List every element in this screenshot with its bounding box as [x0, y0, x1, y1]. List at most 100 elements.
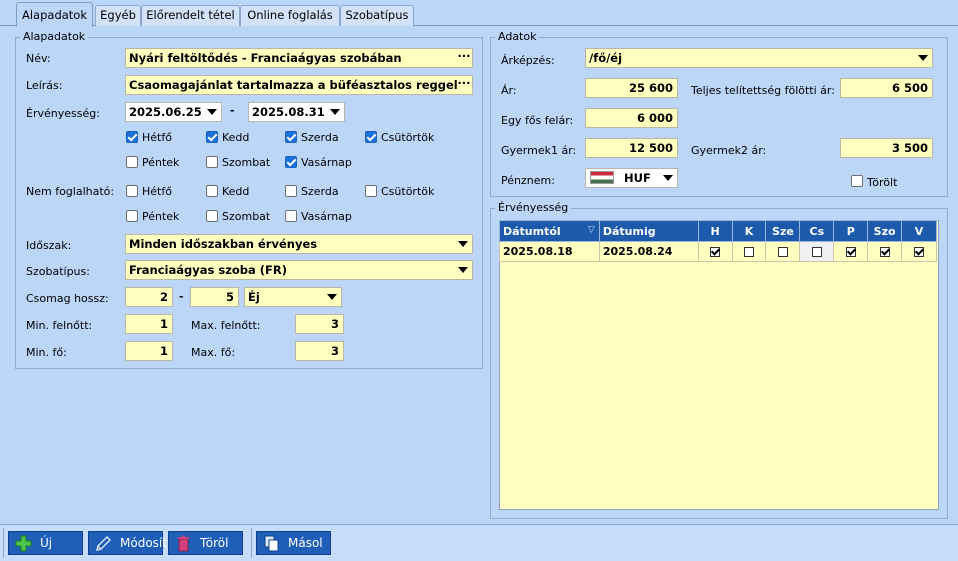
blocked-csutortok-checkbox[interactable] — [365, 185, 377, 197]
row-v-cell[interactable] — [901, 241, 937, 262]
blocked-szombat-label: Szombat — [222, 210, 271, 223]
penznem-select[interactable]: HUF — [585, 168, 678, 188]
csomag-max-input[interactable]: 5 — [190, 287, 239, 307]
max-felnott-label: Max. felnőtt: — [191, 319, 261, 332]
blocked-vasarnap-checkbox[interactable] — [285, 210, 297, 222]
row-k-checkbox[interactable] — [744, 247, 755, 257]
blocked-szombat-checkbox[interactable] — [206, 210, 218, 222]
tab-elorendelt-tetel[interactable]: Előrendelt tétel — [141, 5, 240, 26]
blocked-kedd-label: Kedd — [222, 185, 250, 198]
szobatipus-label: Szobatípus: — [26, 265, 90, 278]
gyermek1-input[interactable]: 12 500 — [585, 138, 678, 158]
col-cs[interactable]: Cs — [799, 220, 835, 242]
leiras-ellipsis-button[interactable]: ··· — [457, 77, 471, 93]
min-fo-input[interactable]: 1 — [125, 341, 173, 361]
col-szo[interactable]: Szo — [867, 220, 903, 242]
table-row[interactable]: 2025.08.18 2025.08.24 — [499, 241, 937, 262]
blocked-pentek-label: Péntek — [142, 210, 180, 223]
valid-szerda-checkbox[interactable] — [285, 131, 297, 143]
nem-foglalhato-label: Nem foglalható: — [26, 185, 115, 198]
arkepzes-dropdown-icon[interactable] — [915, 49, 930, 67]
row-szo-checkbox[interactable] — [879, 247, 890, 257]
valid-hetfo-checkbox[interactable] — [126, 131, 138, 143]
valid-vasarnap-checkbox[interactable] — [285, 156, 297, 168]
min-felnott-input[interactable]: 1 — [125, 314, 173, 334]
blocked-pentek-checkbox[interactable] — [126, 210, 138, 222]
row-p-checkbox[interactable] — [845, 247, 856, 257]
valid-csutortok-checkbox[interactable] — [365, 131, 377, 143]
date-from-dropdown-icon[interactable] — [204, 103, 219, 121]
date-to-picker[interactable]: 2025.08.31 — [248, 102, 345, 122]
col-k[interactable]: K — [731, 220, 767, 242]
row-datumig[interactable]: 2025.08.24 — [598, 241, 699, 262]
row-k-cell[interactable] — [731, 241, 767, 262]
arkepzes-select[interactable]: /fő/éj — [585, 48, 933, 68]
uj-label: Új — [40, 536, 53, 550]
tab-online-foglalas[interactable]: Online foglalás — [240, 5, 340, 26]
nev-field[interactable]: Nyári feltöltődés - Franciaágyas szobába… — [125, 48, 473, 68]
col-p[interactable]: P — [833, 220, 869, 242]
valid-kedd-checkbox[interactable] — [206, 131, 218, 143]
col-datumtol[interactable]: Dátumtól ▽ — [499, 220, 600, 242]
blocked-hetfo-checkbox[interactable] — [126, 185, 138, 197]
tab-szobatipus[interactable]: Szobatípus — [340, 5, 414, 26]
plus-icon — [15, 535, 32, 552]
blocked-szerda-checkbox[interactable] — [285, 185, 297, 197]
row-szo-cell[interactable] — [867, 241, 903, 262]
min-fo-label: Min. fő: — [26, 346, 67, 359]
row-datumtol[interactable]: 2025.08.18 — [499, 241, 600, 262]
blocked-vasarnap-label: Vasárnap — [301, 210, 352, 223]
torol-label: Töröl — [200, 536, 229, 550]
pencil-icon — [95, 535, 112, 552]
toolbar-separator-2 — [251, 528, 252, 558]
row-p-cell[interactable] — [833, 241, 869, 262]
torolt-checkbox[interactable] — [851, 175, 863, 187]
ervenyesseg-label: Érvényesség: — [26, 107, 100, 120]
col-datumig[interactable]: Dátumig — [598, 220, 699, 242]
penznem-dropdown-icon[interactable] — [660, 169, 675, 187]
csomag-min-input[interactable]: 2 — [125, 287, 173, 307]
gyermek1-label: Gyermek1 ár: — [501, 144, 577, 157]
valid-pentek-checkbox[interactable] — [126, 156, 138, 168]
torol-button[interactable]: Töröl — [168, 531, 243, 555]
row-sze-cell[interactable] — [765, 241, 801, 262]
masol-button[interactable]: Másol — [256, 531, 331, 555]
valid-szombat-checkbox[interactable] — [206, 156, 218, 168]
row-h-cell[interactable] — [697, 241, 733, 262]
idoszak-dropdown-icon[interactable] — [455, 235, 470, 253]
max-felnott-input[interactable]: 3 — [295, 314, 344, 334]
csomag-unit-dropdown-icon[interactable] — [324, 288, 339, 306]
idoszak-select[interactable]: Minden időszakban érvényes — [125, 234, 473, 254]
gyermek2-input[interactable]: 3 500 — [840, 138, 933, 158]
tab-egyeb[interactable]: Egyéb — [95, 5, 141, 26]
row-cs-checkbox[interactable] — [811, 247, 822, 257]
modosit-button[interactable]: Módosít — [88, 531, 167, 555]
sort-down-icon: ▽ — [587, 225, 595, 235]
nev-ellipsis-button[interactable]: ··· — [457, 50, 471, 66]
teljes-telitettseg-input[interactable]: 6 500 — [840, 78, 933, 98]
szobatipus-dropdown-icon[interactable] — [455, 261, 470, 279]
date-to-dropdown-icon[interactable] — [327, 103, 342, 121]
valid-pentek-label: Péntek — [142, 156, 180, 169]
tab-alapadatok[interactable]: Alapadatok — [16, 2, 93, 27]
blocked-kedd-checkbox[interactable] — [206, 185, 218, 197]
row-h-checkbox[interactable] — [710, 247, 721, 257]
csomag-unit-select[interactable]: Éj — [244, 287, 342, 307]
row-sze-checkbox[interactable] — [777, 247, 788, 257]
row-v-checkbox[interactable] — [914, 247, 925, 257]
ar-input[interactable]: 25 600 — [585, 78, 678, 98]
uj-button[interactable]: Új — [8, 531, 83, 555]
max-fo-input[interactable]: 3 — [295, 341, 344, 361]
ervenyesseg-grid[interactable] — [499, 220, 939, 510]
col-h[interactable]: H — [697, 220, 733, 242]
szobatipus-select[interactable]: Franciaágyas szoba (FR) — [125, 260, 473, 280]
egy-fos-felar-label: Egy fős felár: — [501, 114, 574, 127]
col-sze[interactable]: Sze — [765, 220, 801, 242]
egy-fos-felar-input[interactable]: 6 000 — [585, 108, 678, 128]
valid-szombat-label: Szombat — [222, 156, 271, 169]
row-cs-cell[interactable] — [799, 241, 835, 262]
leiras-field[interactable]: Csaomagajánlat tartalmazza a büféasztalo… — [125, 75, 473, 95]
col-v[interactable]: V — [901, 220, 937, 242]
valid-hetfo-label: Hétfő — [142, 131, 172, 144]
date-from-picker[interactable]: 2025.06.25 — [125, 102, 222, 122]
